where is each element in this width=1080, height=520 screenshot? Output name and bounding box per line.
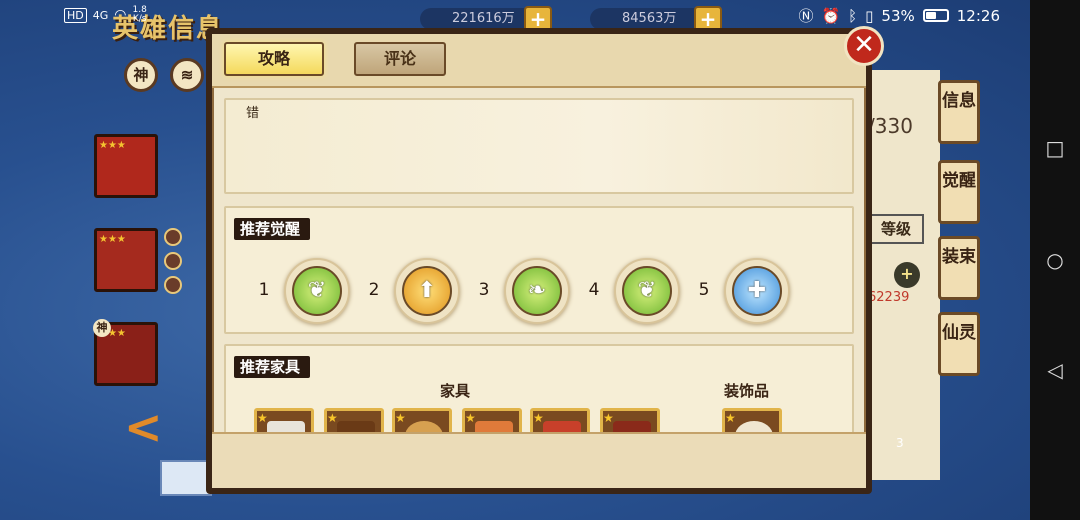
blue-cross-icon: ✚ [732, 266, 782, 316]
bottom-tab-fragment[interactable] [160, 460, 212, 496]
skill-number: 4 [588, 280, 600, 300]
bottom-badge-count: 3 [896, 436, 904, 450]
furniture-card: 推荐家具 家具 装饰品 ★ ★ ★ ★ ★ ★ ★ [224, 344, 854, 442]
vine-leaf-icon: ❧ [512, 266, 562, 316]
tab-info[interactable]: 信息 [938, 80, 980, 144]
awakening-skill-4[interactable]: ❦ [614, 258, 680, 324]
skill-number: 3 [478, 280, 490, 300]
leaf-sprout-icon: ❦ [622, 266, 672, 316]
furniture-subtitle: 家具 [440, 382, 471, 400]
fan-filter-button[interactable]: ≋ [170, 58, 204, 92]
battery-fill [925, 12, 937, 19]
grade-button[interactable]: 等级 [868, 214, 924, 244]
bluetooth-icon: ᛒ [848, 6, 858, 25]
star-icon: ★ [395, 411, 406, 425]
awakening-title: 推荐觉醒 [234, 218, 311, 240]
tab-awakening[interactable]: 觉醒 [938, 160, 980, 224]
speed-unit: K/s [132, 14, 147, 24]
awakening-skill-3[interactable]: ❧ [504, 258, 570, 324]
star-icon: ★ [327, 411, 338, 425]
shield-arrow-icon: ⬆ [402, 266, 452, 316]
tab-strategy[interactable]: 攻略 [224, 42, 324, 76]
alarm-icon: ⏰ [821, 6, 841, 25]
awakening-skill-2[interactable]: ⬆ [394, 258, 460, 324]
decoration-subtitle: 装饰品 [724, 382, 770, 400]
tab-outfit[interactable]: 装束 [938, 236, 980, 300]
add-icon[interactable]: + [894, 262, 920, 288]
tab-comments[interactable]: 评论 [354, 42, 446, 76]
vibrate-icon: ▯ [865, 6, 874, 25]
intro-card: 错 [224, 98, 854, 194]
equip-slot-armor[interactable]: ★★★ [94, 228, 158, 292]
skill-number: 5 [698, 280, 710, 300]
intro-text: 错 [246, 106, 260, 121]
awakening-skill-5[interactable]: ✚ [724, 258, 790, 324]
gem-slot[interactable] [164, 276, 182, 294]
awakening-skill-row: 1 ❦ 2 ⬆ 3 ❧ 4 ❦ 5 ✚ [256, 256, 836, 326]
equip-slot-accessory[interactable]: ★★★ 神 [93, 319, 158, 386]
dialog-tab-bar: 攻略 评论 [212, 34, 866, 88]
furniture-title: 推荐家具 [234, 356, 311, 378]
home-button[interactable]: ○ [1045, 250, 1065, 270]
hero-capacity: /330 [868, 114, 913, 138]
gem-slot[interactable] [164, 252, 182, 270]
status-bar: HD 4G ◠ 1.8 K/s Ⓝ ⏰ ᛒ ▯ 53% 12:26 [0, 0, 1030, 30]
network-speed: 1.8 K/s [133, 6, 147, 24]
star-icon: ★★★ [99, 140, 126, 151]
skill-number: 2 [368, 280, 380, 300]
battery-icon [922, 9, 949, 22]
awakening-skill-1[interactable]: ❦ [284, 258, 350, 324]
awakening-card: 推荐觉醒 1 ❦ 2 ⬆ 3 ❧ 4 ❦ 5 ✚ [224, 206, 854, 334]
android-nav-bar: □ ○ ◁ [1030, 0, 1080, 520]
network-badge: HD [64, 7, 87, 23]
clock: 12:26 [956, 6, 1000, 25]
star-icon: ★ [465, 411, 476, 425]
equip-slot-weapon[interactable]: ★★★ [94, 134, 158, 198]
leaf-sprout-icon: ❦ [292, 266, 342, 316]
tab-spirit[interactable]: 仙灵 [938, 312, 980, 376]
back-button[interactable]: ◁ [1045, 360, 1065, 380]
star-icon: ★ [725, 411, 736, 425]
close-button[interactable]: ✕ [844, 26, 884, 66]
gem-slot[interactable] [164, 228, 182, 246]
strategy-content[interactable]: 错 推荐觉醒 1 ❦ 2 ⬆ 3 ❧ 4 ❦ 5 ✚ 推荐家具 家具 装饰品 ★… [224, 96, 854, 442]
prev-hero-arrow[interactable]: < [124, 400, 163, 454]
star-icon: ★★★ [99, 234, 126, 245]
dialog-footer [212, 432, 866, 488]
star-icon: ★ [603, 411, 614, 425]
star-icon: ★ [533, 411, 544, 425]
nfc-icon: Ⓝ [798, 7, 814, 25]
battery-percent: 53% [881, 6, 915, 25]
wifi-icon: ◠ [114, 7, 127, 23]
star-icon: ★ [257, 411, 268, 425]
recents-button[interactable]: □ [1045, 138, 1065, 158]
god-filter-button[interactable]: 神 [124, 58, 158, 92]
signal-icon: 4G [92, 8, 109, 22]
strategy-dialog: 攻略 评论 ✕ 错 推荐觉醒 1 ❦ 2 ⬆ 3 ❧ 4 ❦ 5 ✚ 推荐家具 … [206, 26, 884, 494]
skill-number: 1 [258, 280, 270, 300]
hero-stat-value: 62239 [868, 290, 910, 305]
god-tag: 神 [93, 319, 111, 337]
